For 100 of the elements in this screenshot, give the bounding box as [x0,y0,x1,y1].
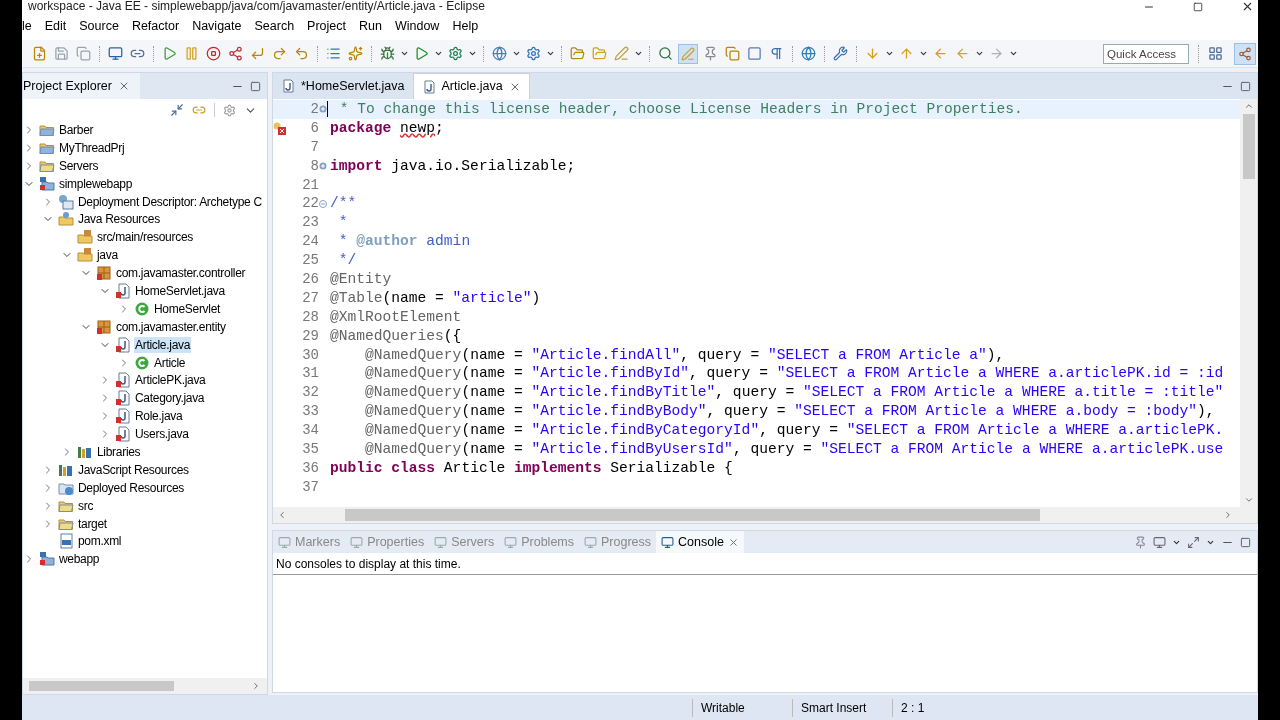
mark-occurrences-button[interactable] [678,43,698,64]
filter-icon[interactable] [223,103,236,117]
menu-item[interactable]: Source [73,17,125,36]
expand-fold-icon[interactable] [319,162,327,171]
run-icon[interactable] [414,46,429,61]
stop-icon[interactable] [206,46,221,61]
maximize-icon[interactable] [1193,1,1203,12]
menu-item[interactable]: Run [353,17,388,36]
display-console-icon[interactable] [1153,535,1166,549]
dropdown-caret-icon[interactable] [885,49,894,58]
tree-item[interactable]: Deployed Resources [77,479,185,496]
menu-item[interactable]: Help [446,17,485,36]
save-icon[interactable] [54,46,69,61]
scrollbar-thumb[interactable] [1242,114,1255,179]
vertical-scrollbar[interactable] [1240,99,1257,507]
tree-item[interactable]: Servers [58,157,100,174]
tree-item[interactable]: simplewebapp [58,175,134,192]
pilcrow-icon[interactable] [769,46,784,61]
step-into-icon[interactable] [250,46,265,61]
open-perspective-icon[interactable] [1208,46,1223,61]
save-all-icon[interactable] [76,46,91,61]
step-over-icon[interactable] [272,46,287,61]
scrollbar-thumb[interactable] [345,509,1040,521]
dropdown-caret-icon[interactable] [919,49,928,58]
new-console-icon[interactable] [1187,535,1200,549]
dropdown-caret-icon[interactable] [468,49,477,58]
dropdown-caret-icon[interactable] [975,49,984,58]
search-icon[interactable] [658,46,673,61]
tree-item[interactable]: Article.java [134,336,192,353]
tree-item[interactable]: Libraries [96,443,142,460]
tree-item[interactable]: java [96,247,119,264]
new-file-icon[interactable] [32,46,47,61]
back-icon[interactable] [955,46,970,61]
disconnect-icon[interactable] [228,46,243,61]
tree-item[interactable]: target [77,515,108,532]
wrench-icon[interactable] [833,46,848,61]
collapse-fold-icon[interactable] [319,199,327,208]
dropdown-caret-icon[interactable] [546,49,555,58]
tree-item[interactable]: src [77,497,95,514]
horizontal-scrollbar[interactable] [23,678,267,694]
tree-item[interactable]: com.javamaster.entity [115,318,227,335]
last-edit-icon[interactable] [933,46,948,61]
tree-item[interactable]: Barber [58,121,95,138]
globe-icon[interactable] [801,46,816,61]
tree-item[interactable]: Deployment Descriptor: Archetype C [77,193,263,210]
drop-frame-icon[interactable] [348,46,363,61]
tree-item[interactable]: ArticlePK.java [134,372,207,389]
scroll-down-icon[interactable] [1243,495,1254,505]
box-icon[interactable] [747,46,762,61]
tree-item[interactable]: Users.java [134,426,190,443]
view-tab[interactable]: Console [656,531,744,553]
scroll-right-icon[interactable] [1223,510,1233,520]
tree-item[interactable]: webapp [58,551,101,568]
tree-item[interactable]: src/main/resources [96,229,194,246]
new-class-icon[interactable] [526,46,541,61]
next-annotation-icon[interactable] [865,46,880,61]
bug-icon[interactable] [380,46,395,61]
menu-item[interactable]: Refactor [125,17,186,36]
collapse-all-icon[interactable] [170,103,184,117]
tree-item[interactable]: Java Resources [77,211,161,228]
tree-item[interactable]: HomeServlet [153,300,222,317]
tree-item[interactable]: HomeServlet.java [134,282,226,299]
menu-item[interactable]: Navigate [186,17,248,36]
tree-item[interactable]: pom.xml [77,533,123,550]
scroll-left-icon[interactable] [277,510,287,520]
new-server-icon[interactable] [492,46,507,61]
tree-item[interactable]: Category.java [134,390,206,407]
dropdown-caret-icon[interactable] [400,49,409,58]
menu-item[interactable]: Project [301,17,352,36]
tree-item[interactable]: JavaScript Resources [77,461,190,478]
forward-icon[interactable] [989,46,1004,61]
maximize-icon[interactable] [1240,536,1251,548]
pin-icon[interactable] [703,46,718,61]
monitor-icon[interactable] [108,46,123,61]
dropdown-caret-icon[interactable] [634,49,643,58]
scroll-up-icon[interactable] [1243,101,1254,111]
perspective-button[interactable] [1234,42,1256,65]
block-icon[interactable] [725,46,740,61]
menu-item[interactable]: Window [388,17,446,36]
quick-access-field[interactable]: Quick Access [1103,43,1189,64]
menu-item[interactable]: Edit [38,17,73,36]
external-tools-icon[interactable] [448,46,463,61]
expand-fold-icon[interactable] [319,105,327,114]
previous-annotation-icon[interactable] [899,46,914,61]
pause-icon[interactable] [184,46,199,61]
tree-item[interactable]: com.javamaster.controller [115,265,247,282]
dropdown-caret-icon[interactable] [434,49,443,58]
open-type-icon[interactable] [570,46,585,61]
pin-icon[interactable] [1134,535,1147,549]
dropdown-caret-icon[interactable] [512,49,521,58]
maximize-icon[interactable] [250,80,261,92]
tree-item[interactable]: Article [153,354,187,371]
scroll-right-icon[interactable] [251,681,261,691]
pen-icon[interactable] [614,46,629,61]
resume-icon[interactable] [162,46,177,61]
tree-item[interactable]: MyThreadPrj [58,139,126,156]
step-return-icon[interactable] [294,46,309,61]
menu-item[interactable]: le [22,17,38,36]
open-resource-icon[interactable] [592,46,607,61]
dropdown-caret-icon[interactable] [1009,49,1018,58]
